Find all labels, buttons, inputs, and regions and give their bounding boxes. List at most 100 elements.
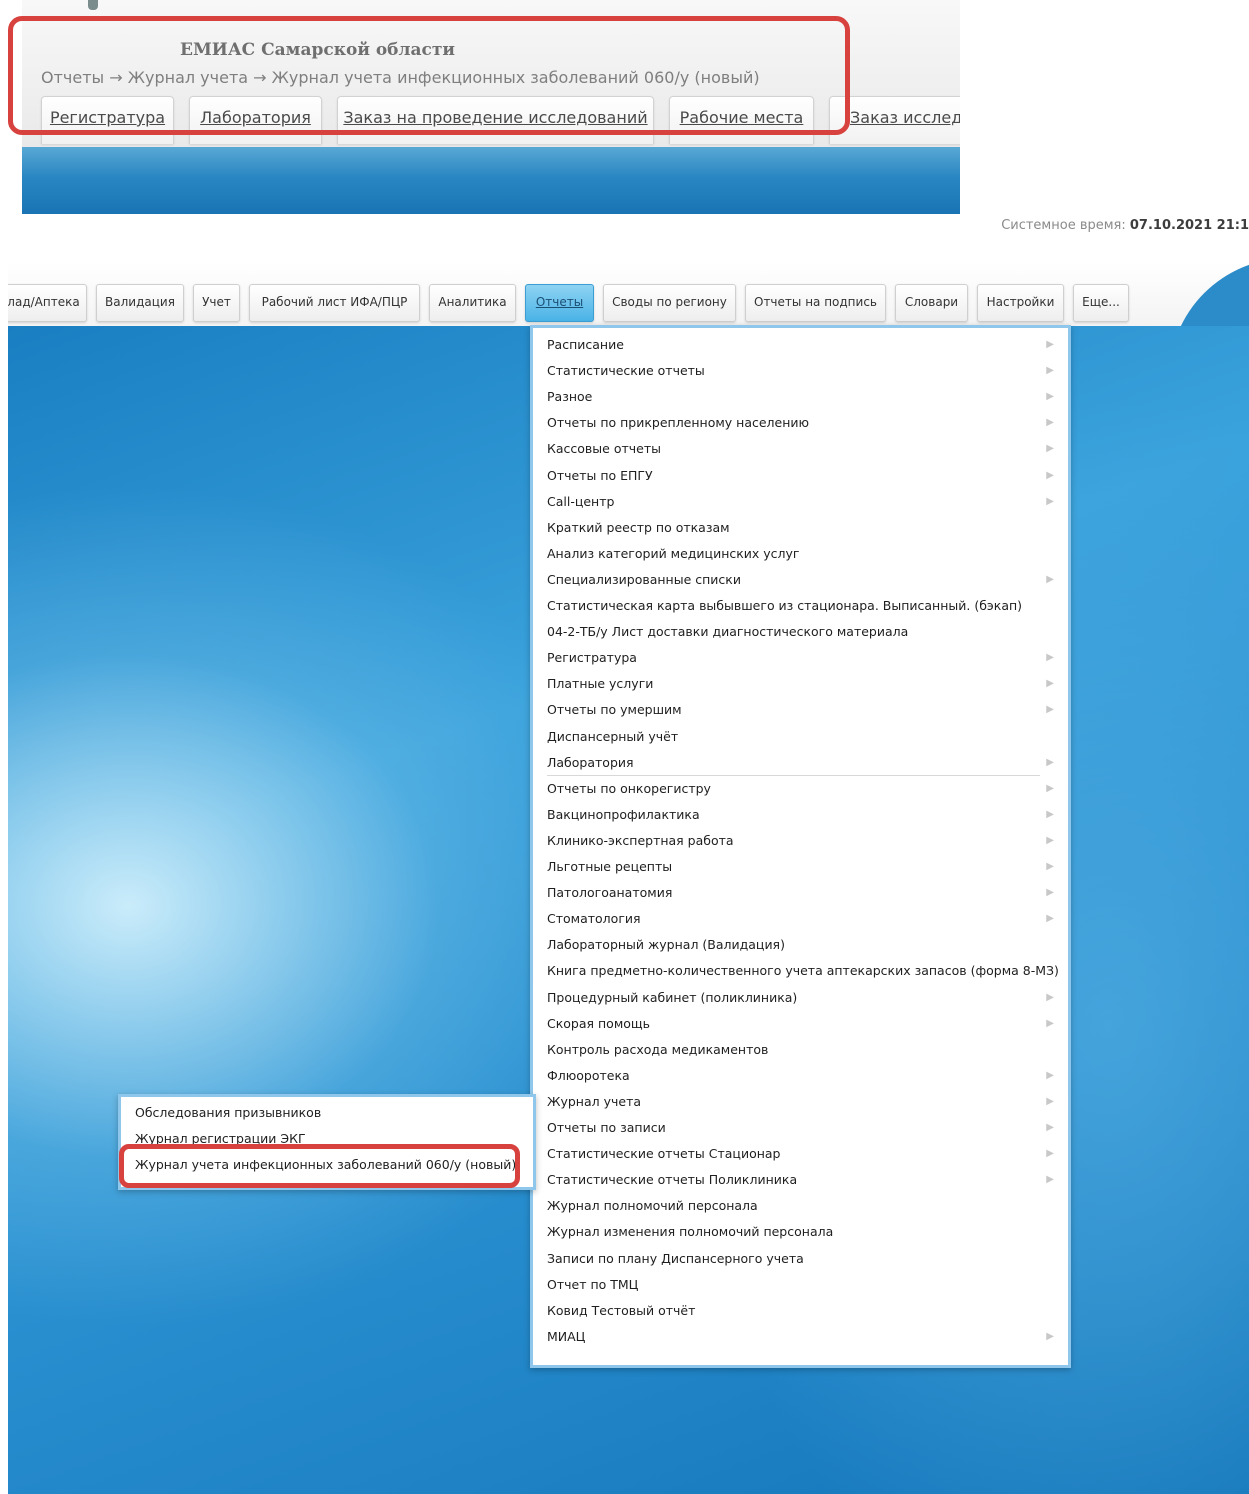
- menu-item[interactable]: Лабораторный журнал (Валидация): [533, 932, 1068, 958]
- menu-item[interactable]: Льготные рецепты ▶: [533, 854, 1068, 880]
- menu-item[interactable]: Платные услуги ▶: [533, 671, 1068, 697]
- menu-item[interactable]: Журнал учета ▶: [533, 1089, 1068, 1115]
- menu-item-label: МИАЦ: [547, 1328, 586, 1344]
- menu-item[interactable]: Записи по плану Диспансерного учета: [533, 1246, 1068, 1272]
- submenu-arrow-icon: ▶: [1046, 573, 1054, 585]
- menu-item[interactable]: Отчеты по умершим ▶: [533, 697, 1068, 723]
- submenu-arrow-icon: ▶: [1046, 1095, 1054, 1107]
- menu-item-label: Статистические отчеты: [547, 363, 705, 379]
- submenu-arrow-icon: ▶: [1046, 861, 1054, 872]
- menu-item[interactable]: Анализ категорий медицинских услуг: [533, 541, 1068, 567]
- menu-item[interactable]: Стоматология ▶: [533, 906, 1068, 932]
- menu-item-label: Отчеты по ЕПГУ: [547, 467, 653, 483]
- menu-item-label: Отчеты по записи: [547, 1120, 666, 1135]
- menu-item-label: Регистратура: [547, 650, 637, 666]
- menu-item[interactable]: Разное ▶: [533, 384, 1068, 410]
- tab-uchet[interactable]: Учет: [193, 284, 240, 322]
- menu-item[interactable]: Ковид Тестовый отчёт: [533, 1298, 1068, 1324]
- menu-item[interactable]: Отчеты по ЕПГУ ▶: [533, 463, 1068, 489]
- menu-item[interactable]: Статистические отчеты Поликлиника ▶: [533, 1167, 1068, 1193]
- submenu-arrow-icon: ▶: [1046, 495, 1054, 507]
- submenu-arrow-icon: ▶: [1046, 887, 1054, 899]
- tab-reports-to-sign[interactable]: Отчеты на подпись: [745, 284, 886, 322]
- menu-item[interactable]: Статистические отчеты ▶: [533, 358, 1068, 384]
- menu-item[interactable]: Краткий реестр по отказам: [533, 515, 1068, 541]
- system-time-value: 07.10.2021 21:1: [1129, 218, 1249, 233]
- menu-item[interactable]: Отчет по ТМЦ: [533, 1272, 1068, 1298]
- menu-item[interactable]: Статистические отчеты Стационар ▶: [533, 1141, 1068, 1167]
- menu-item[interactable]: МИАЦ ▶: [533, 1324, 1068, 1350]
- menu-item[interactable]: 04-2-ТБ/у Лист доставки диагностического…: [533, 619, 1068, 645]
- submenu-arrow-icon: ▶: [1046, 469, 1054, 481]
- submenu-arrow-icon: ▶: [1046, 391, 1054, 403]
- tab-region-summary[interactable]: Своды по региону: [603, 284, 736, 322]
- menu-item[interactable]: Лаборатория ▶: [533, 750, 1068, 776]
- submenu-arrow-icon: ▶: [1046, 1017, 1054, 1029]
- menu-item-label: Отчеты по онкорегистру: [547, 780, 711, 796]
- tab-slovari[interactable]: Словари: [895, 284, 968, 322]
- menu-item-label: Скорая помощь: [547, 1015, 651, 1031]
- submenu-arrow-icon: ▶: [1046, 704, 1054, 716]
- menu-item[interactable]: Статистическая карта выбывшего из стацио…: [533, 593, 1068, 619]
- menu-item[interactable]: Книга предметно-количественного учета ап…: [533, 958, 1068, 984]
- submenu-arrow-icon: ▶: [1046, 1122, 1054, 1133]
- menu-item[interactable]: Вакцинопрофилактика ▶: [533, 802, 1068, 828]
- menu-item-label: Диспансерный учёт: [547, 728, 679, 744]
- menu-item-label: Стоматология: [547, 911, 641, 927]
- menu-item-label: Журнал полномочий персонала: [547, 1198, 758, 1214]
- menu-item-label: Книга предметно-количественного учета ап…: [547, 963, 1059, 979]
- tab-sklad-apteka[interactable]: лад/Аптека: [8, 284, 87, 322]
- submenu-arrow-icon: ▶: [1046, 652, 1054, 664]
- menu-item-label: Платные услуги: [547, 676, 654, 692]
- menu-item-label: Клинико-экспертная работа: [547, 832, 734, 848]
- system-time-label: Системное время:: [1001, 218, 1126, 233]
- menu-item[interactable]: Кассовые отчеты ▶: [533, 436, 1068, 462]
- logo-fragment-icon: [88, 0, 98, 10]
- menu-item[interactable]: Журнал изменения полномочий персонала: [533, 1219, 1068, 1245]
- tab-otchety[interactable]: Отчеты: [525, 284, 594, 322]
- menu-item-label: Краткий реестр по отказам: [547, 519, 730, 535]
- submenu-arrow-icon: ▶: [1046, 1069, 1054, 1081]
- menu-item[interactable]: Регистратура ▶: [533, 645, 1068, 671]
- submenu-arrow-icon: ▶: [1046, 756, 1054, 768]
- menu-item[interactable]: Процедурный кабинет (поликлиника) ▶: [533, 985, 1068, 1011]
- tab-nastroyki[interactable]: Настройки: [977, 284, 1064, 322]
- system-time: Системное время: 07.10.2021 21:1: [1001, 218, 1249, 233]
- submenu-arrow-icon: ▶: [1046, 443, 1054, 455]
- menu-item[interactable]: Диспансерный учёт: [533, 724, 1068, 750]
- tab-ifa-pcr[interactable]: Рабочий лист ИФА/ПЦР: [249, 284, 420, 322]
- tab-analitika[interactable]: Аналитика: [429, 284, 516, 322]
- menu-item-label: Специализированные списки: [547, 571, 741, 587]
- menu-item-label: Флюоротека: [547, 1067, 630, 1083]
- menu-item[interactable]: Расписание ▶: [533, 332, 1068, 358]
- menu-item-label: Журнал учета: [547, 1093, 642, 1109]
- menu-item[interactable]: Патологоанатомия ▶: [533, 880, 1068, 906]
- menu-item-label: Статистические отчеты Поликлиника: [547, 1172, 798, 1188]
- menu-item[interactable]: Журнал полномочий персонала: [533, 1193, 1068, 1219]
- menu-item[interactable]: Клинико-экспертная работа ▶: [533, 828, 1068, 854]
- menu-item[interactable]: Call-центр ▶: [533, 489, 1068, 515]
- reports-dropdown-menu: Расписание ▶ Статистические отчеты ▶ Разное ▶…: [530, 325, 1071, 1368]
- submenu-arrow-icon: ▶: [1046, 339, 1054, 350]
- menu-item[interactable]: Скорая помощь ▶: [533, 1011, 1068, 1037]
- menu-item-label: Анализ категорий медицинских услуг: [547, 545, 800, 561]
- menu-item-label: Статистическая карта выбывшего из стацио…: [547, 598, 1023, 613]
- menu-item-label: Отчеты по прикрепленному населению: [547, 415, 810, 431]
- submenu-arrow-icon: ▶: [1046, 1148, 1054, 1160]
- menu-item[interactable]: Контроль расхода медикаментов: [533, 1037, 1068, 1063]
- menu-item[interactable]: Отчеты по онкорегистру ▶: [533, 776, 1068, 802]
- menu-item-label: Журнал изменения полномочий персонала: [547, 1224, 834, 1240]
- main-screenshot-crop: Системное время: 07.10.2021 21:1 лад/Апт…: [8, 218, 1249, 1494]
- menu-item[interactable]: Отчеты по записи ▶: [533, 1115, 1068, 1141]
- submenu-item-conscripts[interactable]: Обследования призывников: [121, 1100, 533, 1126]
- menu-item[interactable]: Специализированные списки ▶: [533, 567, 1068, 593]
- menu-item-label: Контроль расхода медикаментов: [547, 1041, 769, 1057]
- submenu-arrow-icon: ▶: [1046, 365, 1054, 377]
- tab-more[interactable]: Еще...: [1073, 284, 1129, 322]
- tab-validaciya[interactable]: Валидация: [96, 284, 184, 322]
- menu-item[interactable]: Отчеты по прикрепленному населению ▶: [533, 410, 1068, 436]
- menu-item[interactable]: Флюоротека ▶: [533, 1063, 1068, 1089]
- desktop-band: [22, 147, 960, 214]
- highlight-frame-breadcrumb: [8, 16, 850, 135]
- menu-item-label: Процедурный кабинет (поликлиника): [547, 989, 798, 1005]
